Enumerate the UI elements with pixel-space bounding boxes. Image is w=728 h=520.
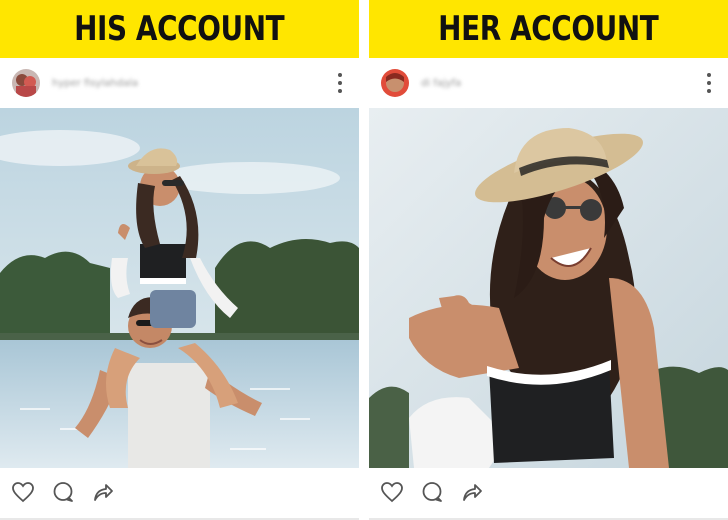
share-icon[interactable]: [90, 479, 116, 505]
post-photo: [0, 108, 359, 468]
banner-title: HER ACCOUNT: [438, 9, 659, 49]
banner-title: HIS ACCOUNT: [74, 9, 285, 49]
more-vertical-icon[interactable]: [706, 72, 712, 94]
post-actions: [379, 476, 485, 508]
username[interactable]: di fajyfa: [421, 78, 461, 89]
share-icon[interactable]: [459, 479, 485, 505]
post-actions: [10, 476, 116, 508]
post-header: hyper fisylahdala: [0, 58, 359, 108]
more-vertical-icon[interactable]: [337, 72, 343, 94]
username[interactable]: hyper fisylahdala: [52, 78, 138, 89]
panel-separator: [359, 0, 369, 520]
avatar[interactable]: [381, 69, 409, 97]
heart-icon[interactable]: [379, 479, 405, 505]
his-account-banner: HIS ACCOUNT: [0, 0, 359, 58]
his-account-panel: HIS ACCOUNT hyper fisylahdala: [0, 0, 359, 520]
avatar[interactable]: [12, 69, 40, 97]
post-photo: [369, 108, 728, 468]
post-header: di fajyfa: [369, 58, 728, 108]
her-account-banner: HER ACCOUNT: [369, 0, 728, 58]
comment-icon[interactable]: [419, 479, 445, 505]
comment-icon[interactable]: [50, 479, 76, 505]
her-account-panel: HER ACCOUNT di fajyfa: [369, 0, 728, 520]
heart-icon[interactable]: [10, 479, 36, 505]
